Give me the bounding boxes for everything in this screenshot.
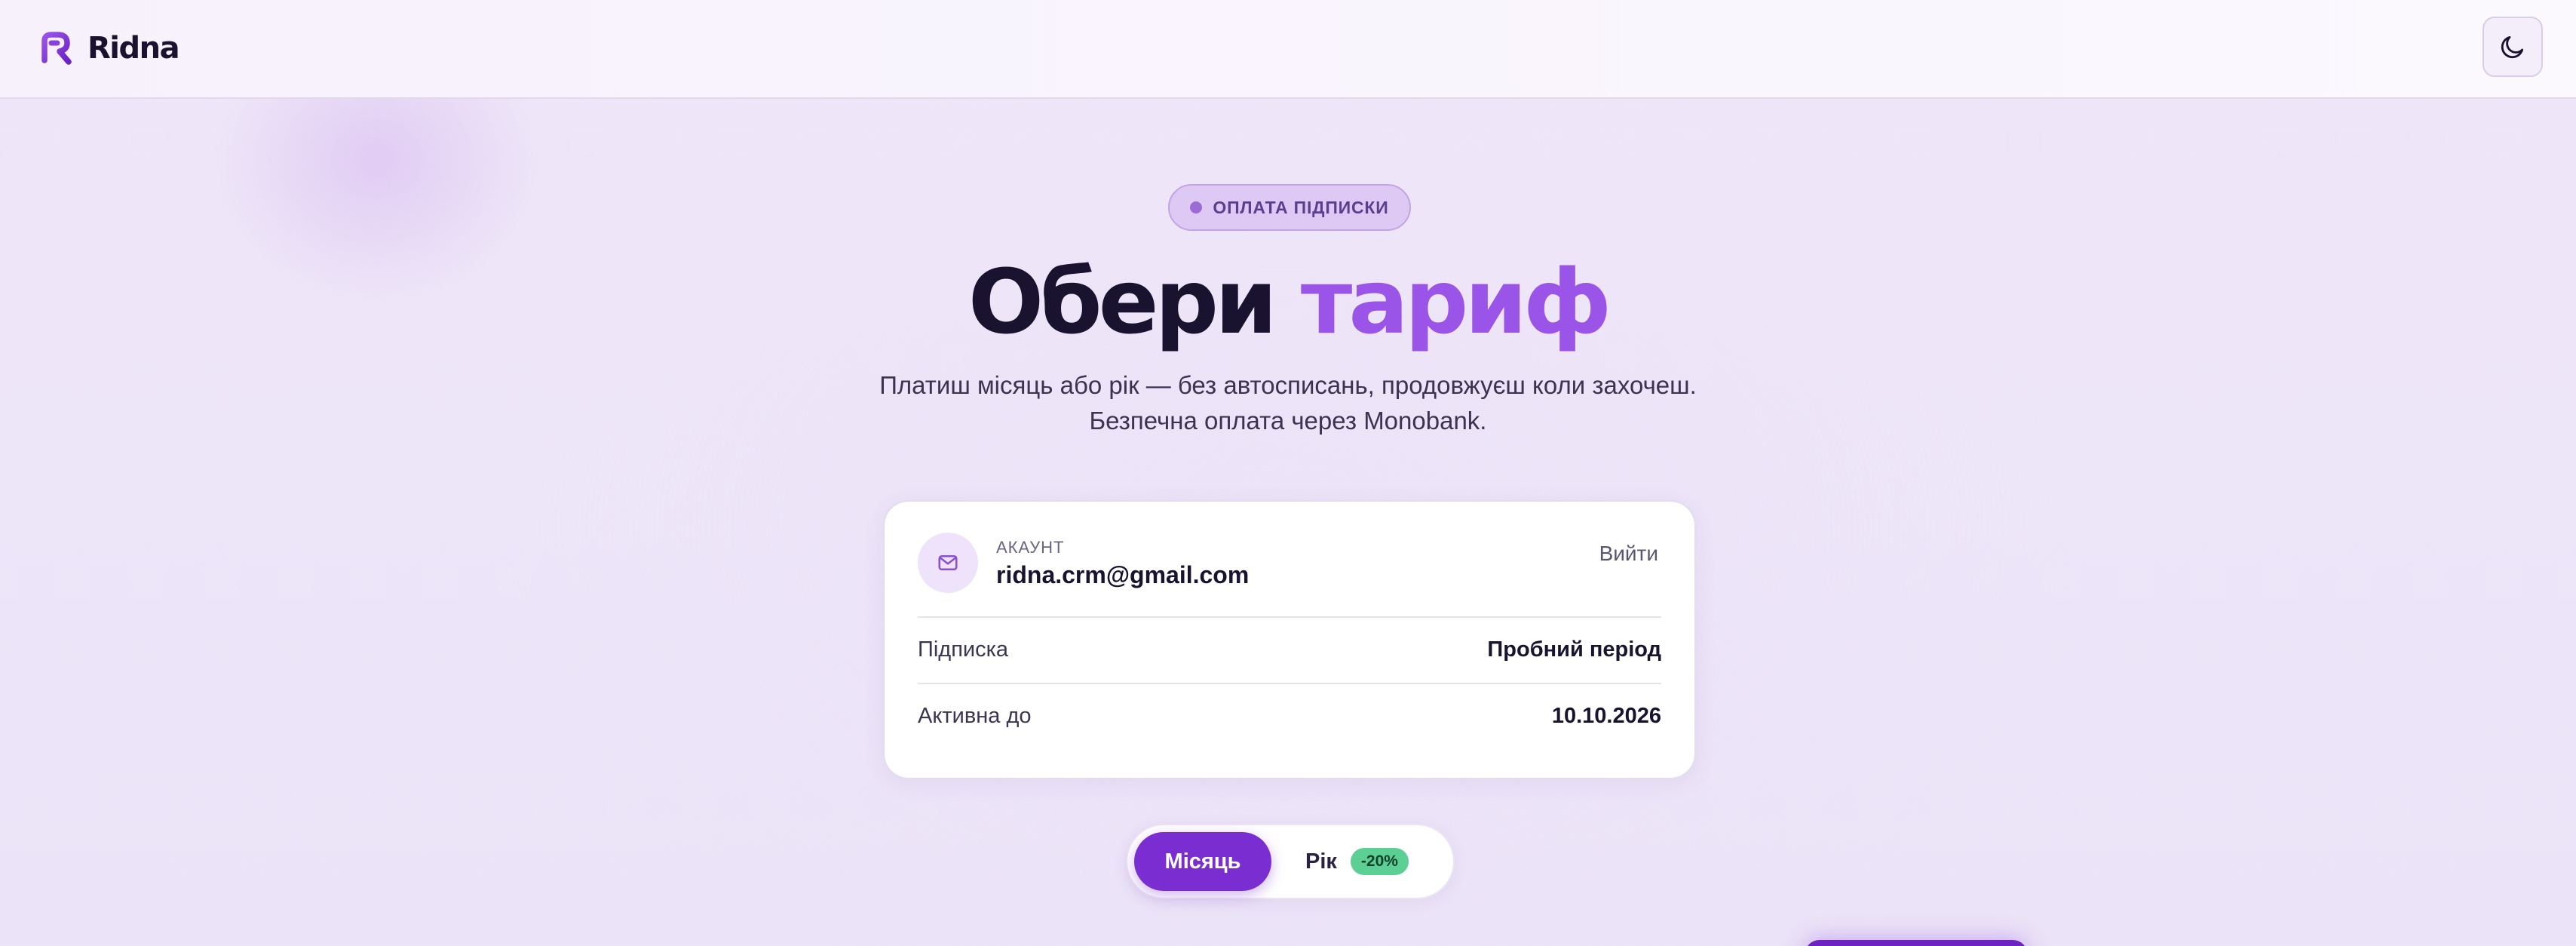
section-badge: ОПЛАТА ПІДПИСКИ — [1168, 184, 1411, 231]
ridna-logo-icon — [41, 32, 72, 65]
toggle-year-button[interactable]: Рік -20% — [1305, 832, 1409, 891]
subscription-label: Підписка — [918, 637, 1009, 662]
theme-toggle-button[interactable] — [2482, 17, 2543, 77]
account-label: АКАУНТ — [996, 538, 1065, 557]
subtitle-line-1: Платиш місяць або рік — без автосписань,… — [879, 371, 1697, 399]
divider — [918, 616, 1661, 618]
subtitle-line-2: Безпечна оплата через Monobank. — [1089, 407, 1487, 435]
brand-logo[interactable]: Ridna — [38, 27, 180, 69]
account-email: ridna.crm@gmail.com — [996, 561, 1250, 588]
discount-badge: -20% — [1350, 848, 1409, 875]
toggle-year-label: Рік — [1305, 849, 1337, 874]
title-main: Обери — [968, 250, 1277, 354]
divider — [918, 683, 1661, 684]
mail-icon — [938, 555, 958, 570]
plan-highlight-button[interactable] — [1805, 940, 2028, 946]
title-accent: тариф — [1300, 250, 1612, 354]
account-card: АКАУНТ ridna.crm@gmail.com Вийти Підписк… — [883, 500, 1696, 779]
moon-icon — [2501, 35, 2524, 59]
page-title: Обери тариф — [0, 249, 2576, 355]
brand-name: Ridna — [87, 31, 180, 66]
top-bar: Ridna — [0, 0, 2576, 99]
active-until-label: Активна до — [918, 704, 1032, 728]
toggle-month-button[interactable]: Місяць — [1134, 832, 1271, 891]
active-until-value: 10.10.2026 — [1551, 704, 1661, 728]
logout-button[interactable]: Вийти — [1599, 542, 1658, 566]
account-avatar — [918, 533, 978, 593]
billing-period-toggle: Місяць Рік -20% — [1126, 824, 1455, 899]
badge-label: ОПЛАТА ПІДПИСКИ — [1213, 197, 1389, 217]
subscription-value: Пробний період — [1487, 637, 1661, 662]
badge-dot — [1190, 201, 1203, 213]
